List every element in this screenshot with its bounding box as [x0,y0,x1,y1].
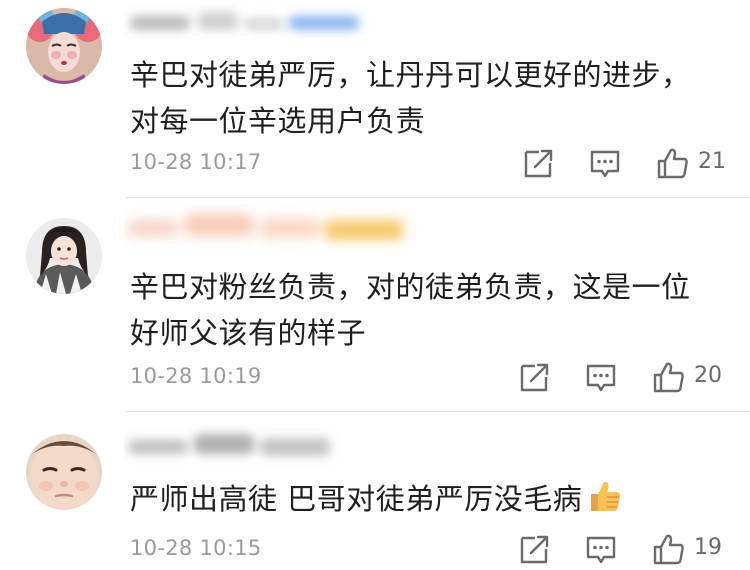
blurred-username[interactable] [124,424,344,464]
share-icon[interactable] [522,146,554,180]
avatar[interactable] [26,434,102,510]
comment-text-content: 严师出高徒 巴哥对徒弟严厉没毛病 [130,482,583,516]
avatar[interactable] [26,8,102,84]
comment-item: 辛巴对徒弟严厉，让丹丹可以更好的进步， 对每一位辛选用户负责 10-28 10:… [0,0,750,198]
comment-meta: 10-28 10:17 21 [130,144,726,184]
share-icon[interactable] [518,360,550,394]
comment-text-line: 辛巴对徒弟严厉，让丹丹可以更好的进步， [130,58,691,92]
like-count: 21 [698,149,726,174]
thumbs-up-icon[interactable] [652,360,686,394]
comment-text-line: 对每一位辛选用户负责 [130,104,426,138]
like-count: 19 [694,535,722,560]
comment-text: 严师出高徒 巴哥对徒弟严厉没毛病 [130,476,730,526]
comment-meta: 10-28 10:15 19 [130,530,724,570]
comment-text: 辛巴对粉丝负责，对的徒弟负责，这是一位 好师父该有的样子 [130,264,730,356]
like-count: 20 [694,363,722,388]
comment-text: 辛巴对徒弟严厉，让丹丹可以更好的进步， 对每一位辛选用户负责 [130,52,730,144]
comment-text-line: 好师父该有的样子 [130,316,367,350]
timestamp: 10-28 10:17 [130,150,262,174]
comment-text-line: 辛巴对粉丝负责，对的徒弟负责，这是一位 [130,270,691,304]
comment-item: 辛巴对粉丝负责，对的徒弟负责，这是一位 好师父该有的样子 10-28 10:19 [0,198,750,412]
timestamp: 10-28 10:19 [130,364,262,388]
comment-text-line: 严师出高徒 巴哥对徒弟严厉没毛病 [130,476,730,526]
thumbs-up-icon[interactable] [656,146,690,180]
blurred-username[interactable] [124,204,424,244]
comment-icon[interactable] [584,360,618,394]
timestamp: 10-28 10:15 [130,536,262,560]
share-icon[interactable] [518,532,550,566]
thumbs-up-icon[interactable] [652,532,686,566]
blurred-username[interactable] [124,2,384,42]
thumbs-up-emoji [588,479,622,526]
comment-icon[interactable] [588,146,622,180]
comment-item: 严师出高徒 巴哥对徒弟严厉没毛病 10-28 10:15 19 [0,412,750,566]
comment-meta: 10-28 10:19 20 [130,358,724,398]
comment-icon[interactable] [584,532,618,566]
avatar[interactable] [26,218,102,294]
